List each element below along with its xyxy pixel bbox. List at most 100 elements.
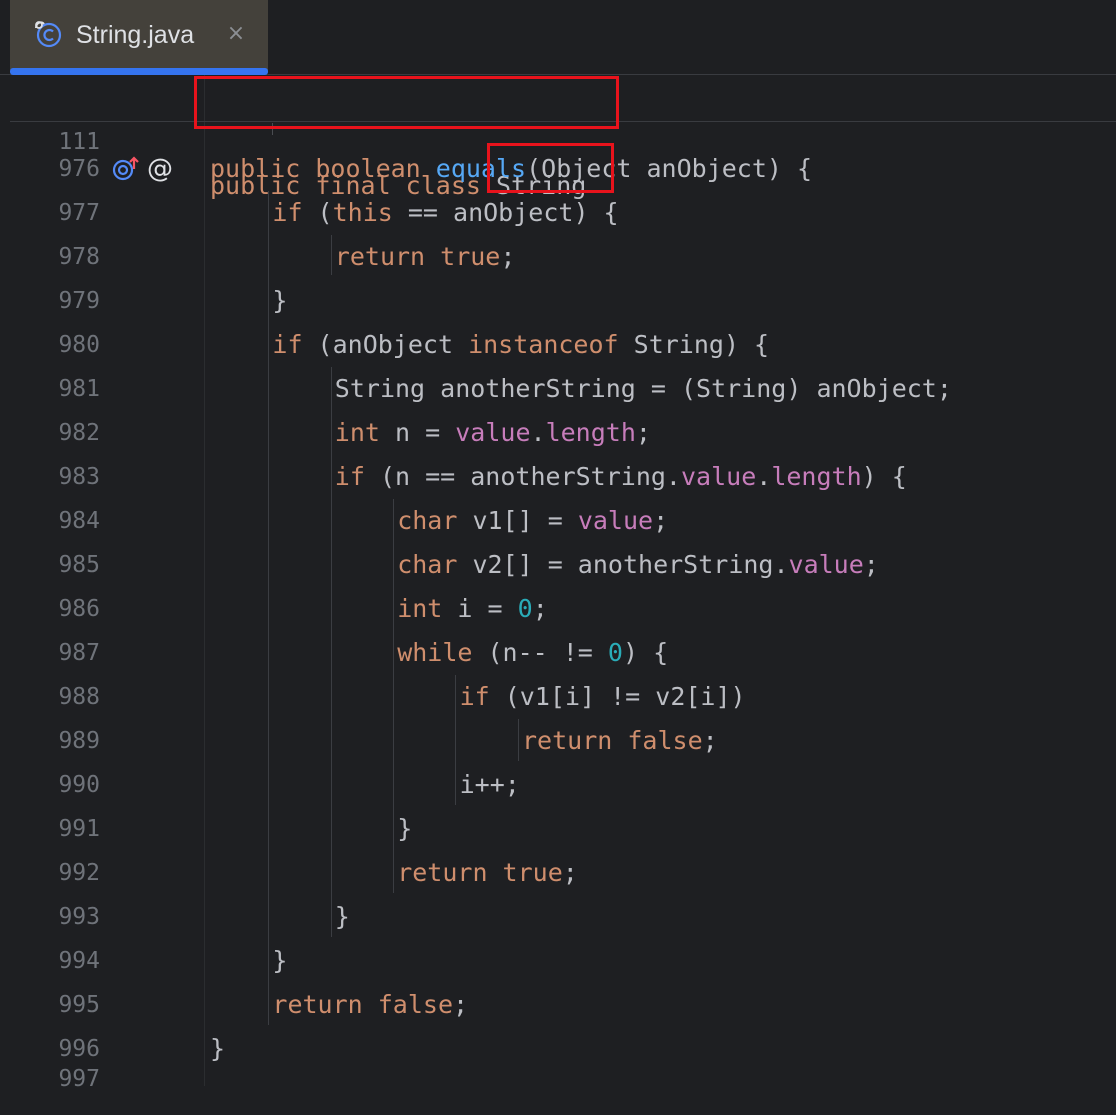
code-line[interactable]: 984 char v1[] = value; bbox=[0, 499, 1116, 543]
code-token: if bbox=[272, 198, 318, 227]
code-line-text: i++; bbox=[460, 763, 520, 807]
code-token: } bbox=[272, 946, 288, 975]
code-line-text: String anotherString = (String) anObject… bbox=[335, 367, 952, 411]
code-line[interactable]: 990 i++; bbox=[0, 763, 1116, 807]
code-token: while bbox=[397, 638, 488, 667]
code-token: String anotherString = (String) anObject… bbox=[334, 374, 952, 403]
code-line-text: char v1[] = value; bbox=[397, 499, 668, 543]
line-number: 990 bbox=[58, 772, 100, 798]
code-line-text: int n = value.length; bbox=[335, 411, 651, 455]
code-line[interactable]: 983 if (n == anotherString.value.length) … bbox=[0, 455, 1116, 499]
code-token: (v1[i] != v2[i]) bbox=[504, 682, 746, 711]
code-line[interactable]: 986 int i = 0; bbox=[0, 587, 1116, 631]
line-number: 995 bbox=[58, 992, 100, 1018]
code-line-text: if (n == anotherString.value.length) { bbox=[335, 455, 907, 499]
code-line-text: return true; bbox=[335, 235, 516, 279]
line-number: 983 bbox=[58, 464, 100, 490]
code-token: ) { bbox=[622, 638, 669, 667]
line-number: 977 bbox=[58, 200, 100, 226]
line-number: 978 bbox=[58, 244, 100, 270]
code-token: return false bbox=[522, 726, 703, 755]
code-line[interactable]: 988 if (v1[i] != v2[i]) bbox=[0, 675, 1116, 719]
indent-guide bbox=[455, 675, 456, 805]
code-token: value bbox=[788, 550, 864, 579]
code-line-text: } bbox=[210, 1027, 225, 1071]
code-line[interactable]: 982 int n = value.length; bbox=[0, 411, 1116, 455]
code-token: 0 bbox=[607, 638, 623, 667]
code-token: length bbox=[771, 462, 862, 491]
code-line[interactable]: 979} bbox=[0, 279, 1116, 323]
code-line[interactable]: 996} bbox=[0, 1027, 1116, 1071]
code-line[interactable]: 993} bbox=[0, 895, 1116, 939]
code-line-text: int i = 0; bbox=[397, 587, 548, 631]
code-token: value bbox=[577, 506, 654, 535]
line-number: 976 bbox=[58, 156, 100, 182]
code-token: ; bbox=[562, 858, 578, 887]
code-line-text: char v2[] = anotherString.value; bbox=[397, 543, 879, 587]
code-token: 0 bbox=[517, 594, 533, 623]
code-token: value bbox=[455, 418, 531, 447]
code-line-text: } bbox=[397, 807, 412, 851]
line-number: 997 bbox=[58, 1066, 100, 1092]
code-line[interactable]: 997 bbox=[0, 1066, 1116, 1115]
code-token: ; bbox=[635, 418, 651, 447]
code-line[interactable]: 991} bbox=[0, 807, 1116, 851]
code-line-text: } bbox=[272, 279, 287, 323]
code-token: } bbox=[272, 286, 288, 315]
code-token: n = bbox=[395, 418, 456, 447]
code-line[interactable]: 994} bbox=[0, 939, 1116, 983]
code-line-text: while (n-- != 0) { bbox=[397, 631, 668, 675]
code-line-text: if (this == anObject) { bbox=[272, 191, 618, 235]
code-line-text: if (anObject instanceof String) { bbox=[272, 323, 769, 367]
code-token: . bbox=[530, 418, 546, 447]
code-editor[interactable]: 111 public final class String @ 976 publi… bbox=[0, 75, 1116, 1092]
code-line[interactable]: 981 String anotherString = (String) anObj… bbox=[0, 367, 1116, 411]
code-token: ) { bbox=[861, 462, 907, 491]
code-line[interactable]: 987 while (n-- != 0) { bbox=[0, 631, 1116, 675]
line-number: 982 bbox=[58, 420, 100, 446]
code-line[interactable]: 978 return true; bbox=[0, 235, 1116, 279]
line-number: 987 bbox=[58, 640, 100, 666]
code-token: i = bbox=[457, 594, 518, 623]
code-token: (anObject bbox=[317, 330, 469, 359]
code-token: ; bbox=[500, 242, 516, 271]
code-token: v2[] = anotherString. bbox=[472, 550, 789, 579]
code-token: ; bbox=[532, 594, 548, 623]
code-token: . bbox=[756, 462, 772, 491]
line-number: 981 bbox=[58, 376, 100, 402]
code-token: instanceof bbox=[468, 330, 634, 359]
code-line[interactable]: 977 if (this == anObject) { bbox=[0, 191, 1116, 235]
line-number: 988 bbox=[58, 684, 100, 710]
code-token: if bbox=[272, 330, 318, 359]
code-token: public boolean bbox=[210, 154, 436, 183]
indent-guide bbox=[393, 499, 394, 893]
code-line[interactable]: 980 if (anObject instanceof String) { bbox=[0, 323, 1116, 367]
code-token: } bbox=[397, 814, 413, 843]
line-number: 993 bbox=[58, 904, 100, 930]
line-number: 985 bbox=[58, 552, 100, 578]
code-line[interactable]: 985 char v2[] = anotherString.value; bbox=[0, 543, 1116, 587]
code-line[interactable]: 995 return false; bbox=[0, 983, 1116, 1027]
code-token: == anObject) { bbox=[392, 198, 619, 227]
indent-guide bbox=[268, 191, 269, 1025]
code-token: ; bbox=[653, 506, 669, 535]
code-token: if bbox=[459, 682, 505, 711]
code-line[interactable]: 992 return true; bbox=[0, 851, 1116, 895]
code-line-text: return false; bbox=[522, 719, 718, 763]
code-token: (n == anotherString. bbox=[379, 462, 681, 491]
code-token: this bbox=[332, 198, 393, 227]
code-token: return true bbox=[334, 242, 501, 271]
equals-method-highlight bbox=[487, 143, 614, 193]
code-line-text: } bbox=[335, 895, 350, 939]
code-token: int bbox=[397, 594, 458, 623]
tab-close-icon[interactable]: × bbox=[224, 20, 248, 48]
code-token: (n-- != bbox=[487, 638, 608, 667]
code-token: value bbox=[680, 462, 757, 491]
code-line[interactable]: 989 return false; bbox=[0, 719, 1116, 763]
code-token: ( bbox=[317, 198, 333, 227]
indent-guide bbox=[331, 367, 332, 937]
code-line-text: if (v1[i] != v2[i]) bbox=[460, 675, 746, 719]
code-token: char bbox=[397, 550, 473, 579]
line-number: 979 bbox=[58, 288, 100, 314]
line-number: 986 bbox=[58, 596, 100, 622]
